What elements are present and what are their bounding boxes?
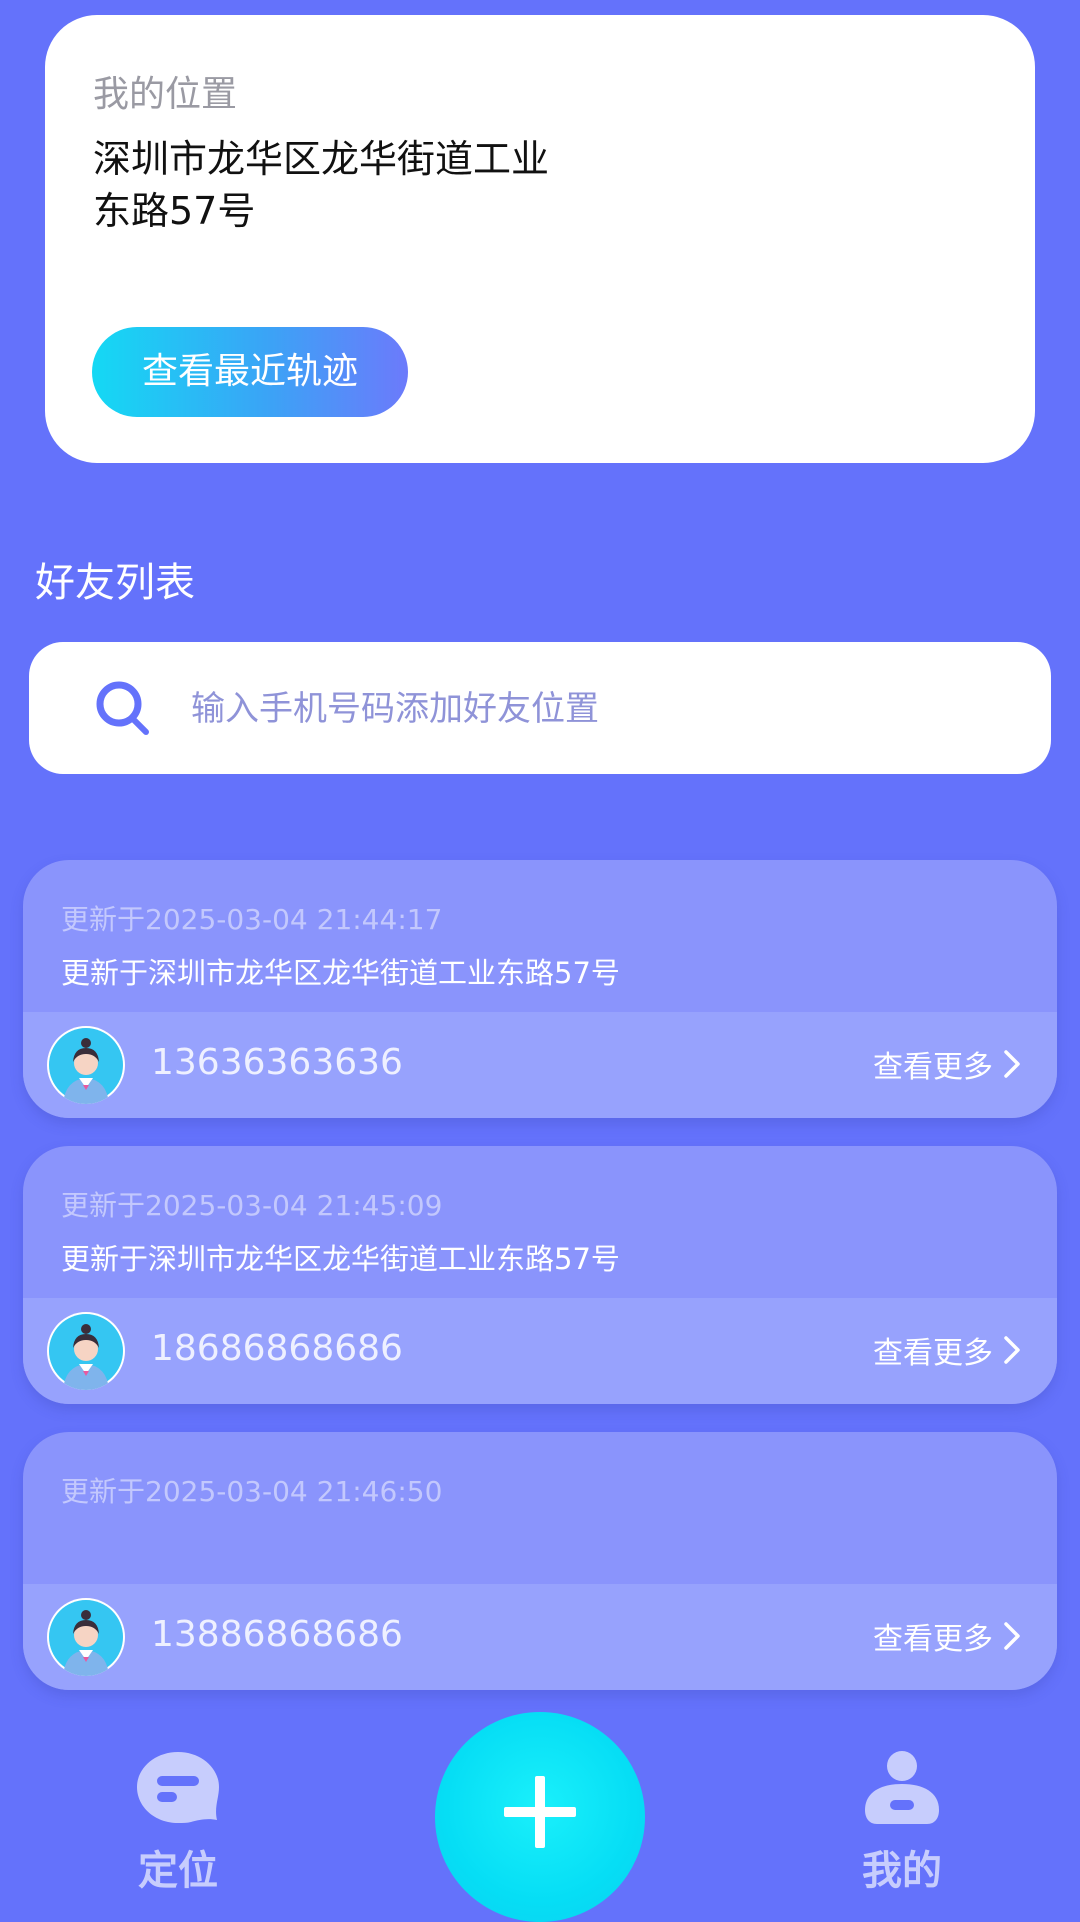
friend-updated-time: 更新于2025-03-04 21:44:17 [61, 903, 443, 936]
friend-card[interactable]: 更新于2025-03-04 21:44:17 更新于深圳市龙华区龙华街道工业东路… [23, 860, 1057, 1118]
friend-phone-number: 13636363636 [151, 1042, 403, 1083]
avatar-icon [49, 1028, 123, 1104]
phone-search-input[interactable] [189, 672, 993, 746]
chevron-right-icon [1004, 1336, 1020, 1364]
friend-card[interactable]: 更新于2025-03-04 21:45:09 更新于深圳市龙华区龙华街道工业东路… [23, 1146, 1057, 1404]
plus-icon [504, 1776, 576, 1848]
my-location-label: 我的位置 [93, 74, 238, 115]
friend-avatar [47, 1598, 125, 1676]
add-friend-search-bar[interactable] [29, 642, 1051, 774]
nav-label-locate: 定位 [138, 1848, 218, 1894]
nav-tab-locate[interactable]: 定位 [98, 1748, 258, 1896]
friend-card-info: 更新于2025-03-04 21:45:09 更新于深圳市龙华区龙华街道工业东路… [23, 1146, 1057, 1298]
nav-tab-mine[interactable]: 我的 [822, 1748, 982, 1896]
friend-card-info: 更新于2025-03-04 21:44:17 更新于深圳市龙华区龙华街道工业东路… [23, 860, 1057, 1012]
view-more-button[interactable]: 查看更多 [873, 1042, 1021, 1086]
friend-address: 更新于深圳市龙华区龙华街道工业东路57号 [61, 1242, 620, 1276]
view-recent-track-button[interactable]: 查看最近轨迹 [92, 327, 408, 417]
friend-phone-number: 13886868686 [151, 1614, 403, 1655]
nav-label-mine: 我的 [862, 1848, 942, 1894]
view-more-label: 查看更多 [873, 1050, 993, 1085]
avatar-icon [49, 1600, 123, 1676]
friend-avatar [47, 1026, 125, 1104]
chevron-right-icon [1004, 1622, 1020, 1650]
view-more-button[interactable]: 查看更多 [873, 1328, 1021, 1372]
add-fab-button[interactable] [435, 1712, 645, 1922]
friend-card-footer: 13636363636 查看更多 [23, 1012, 1057, 1118]
avatar-icon [49, 1314, 123, 1390]
chevron-right-icon [1004, 1050, 1020, 1078]
friend-avatar [47, 1312, 125, 1390]
user-icon [865, 1751, 939, 1824]
chat-bubble-icon [137, 1752, 219, 1823]
friend-card-footer: 18686868686 查看更多 [23, 1298, 1057, 1404]
view-more-label: 查看更多 [873, 1336, 993, 1371]
friend-card-info: 更新于2025-03-04 21:46:50 [23, 1432, 1057, 1584]
friend-updated-time: 更新于2025-03-04 21:45:09 [61, 1189, 443, 1222]
my-location-card: 我的位置 深圳市龙华区龙华街道工业东路57号 查看最近轨迹 [45, 15, 1035, 463]
friend-card[interactable]: 更新于2025-03-04 21:46:50 13886868686 查看更多 [23, 1432, 1057, 1690]
friend-list-title: 好友列表 [35, 560, 195, 606]
view-more-label: 查看更多 [873, 1622, 993, 1657]
friend-phone-number: 18686868686 [151, 1328, 403, 1369]
search-icon [96, 681, 149, 735]
my-location-address: 深圳市龙华区龙华街道工业东路57号 [93, 137, 550, 233]
view-more-button[interactable]: 查看更多 [873, 1614, 1021, 1658]
friend-address: 更新于深圳市龙华区龙华街道工业东路57号 [61, 956, 620, 990]
friend-updated-time: 更新于2025-03-04 21:46:50 [61, 1475, 443, 1508]
friend-card-footer: 13886868686 查看更多 [23, 1584, 1057, 1690]
